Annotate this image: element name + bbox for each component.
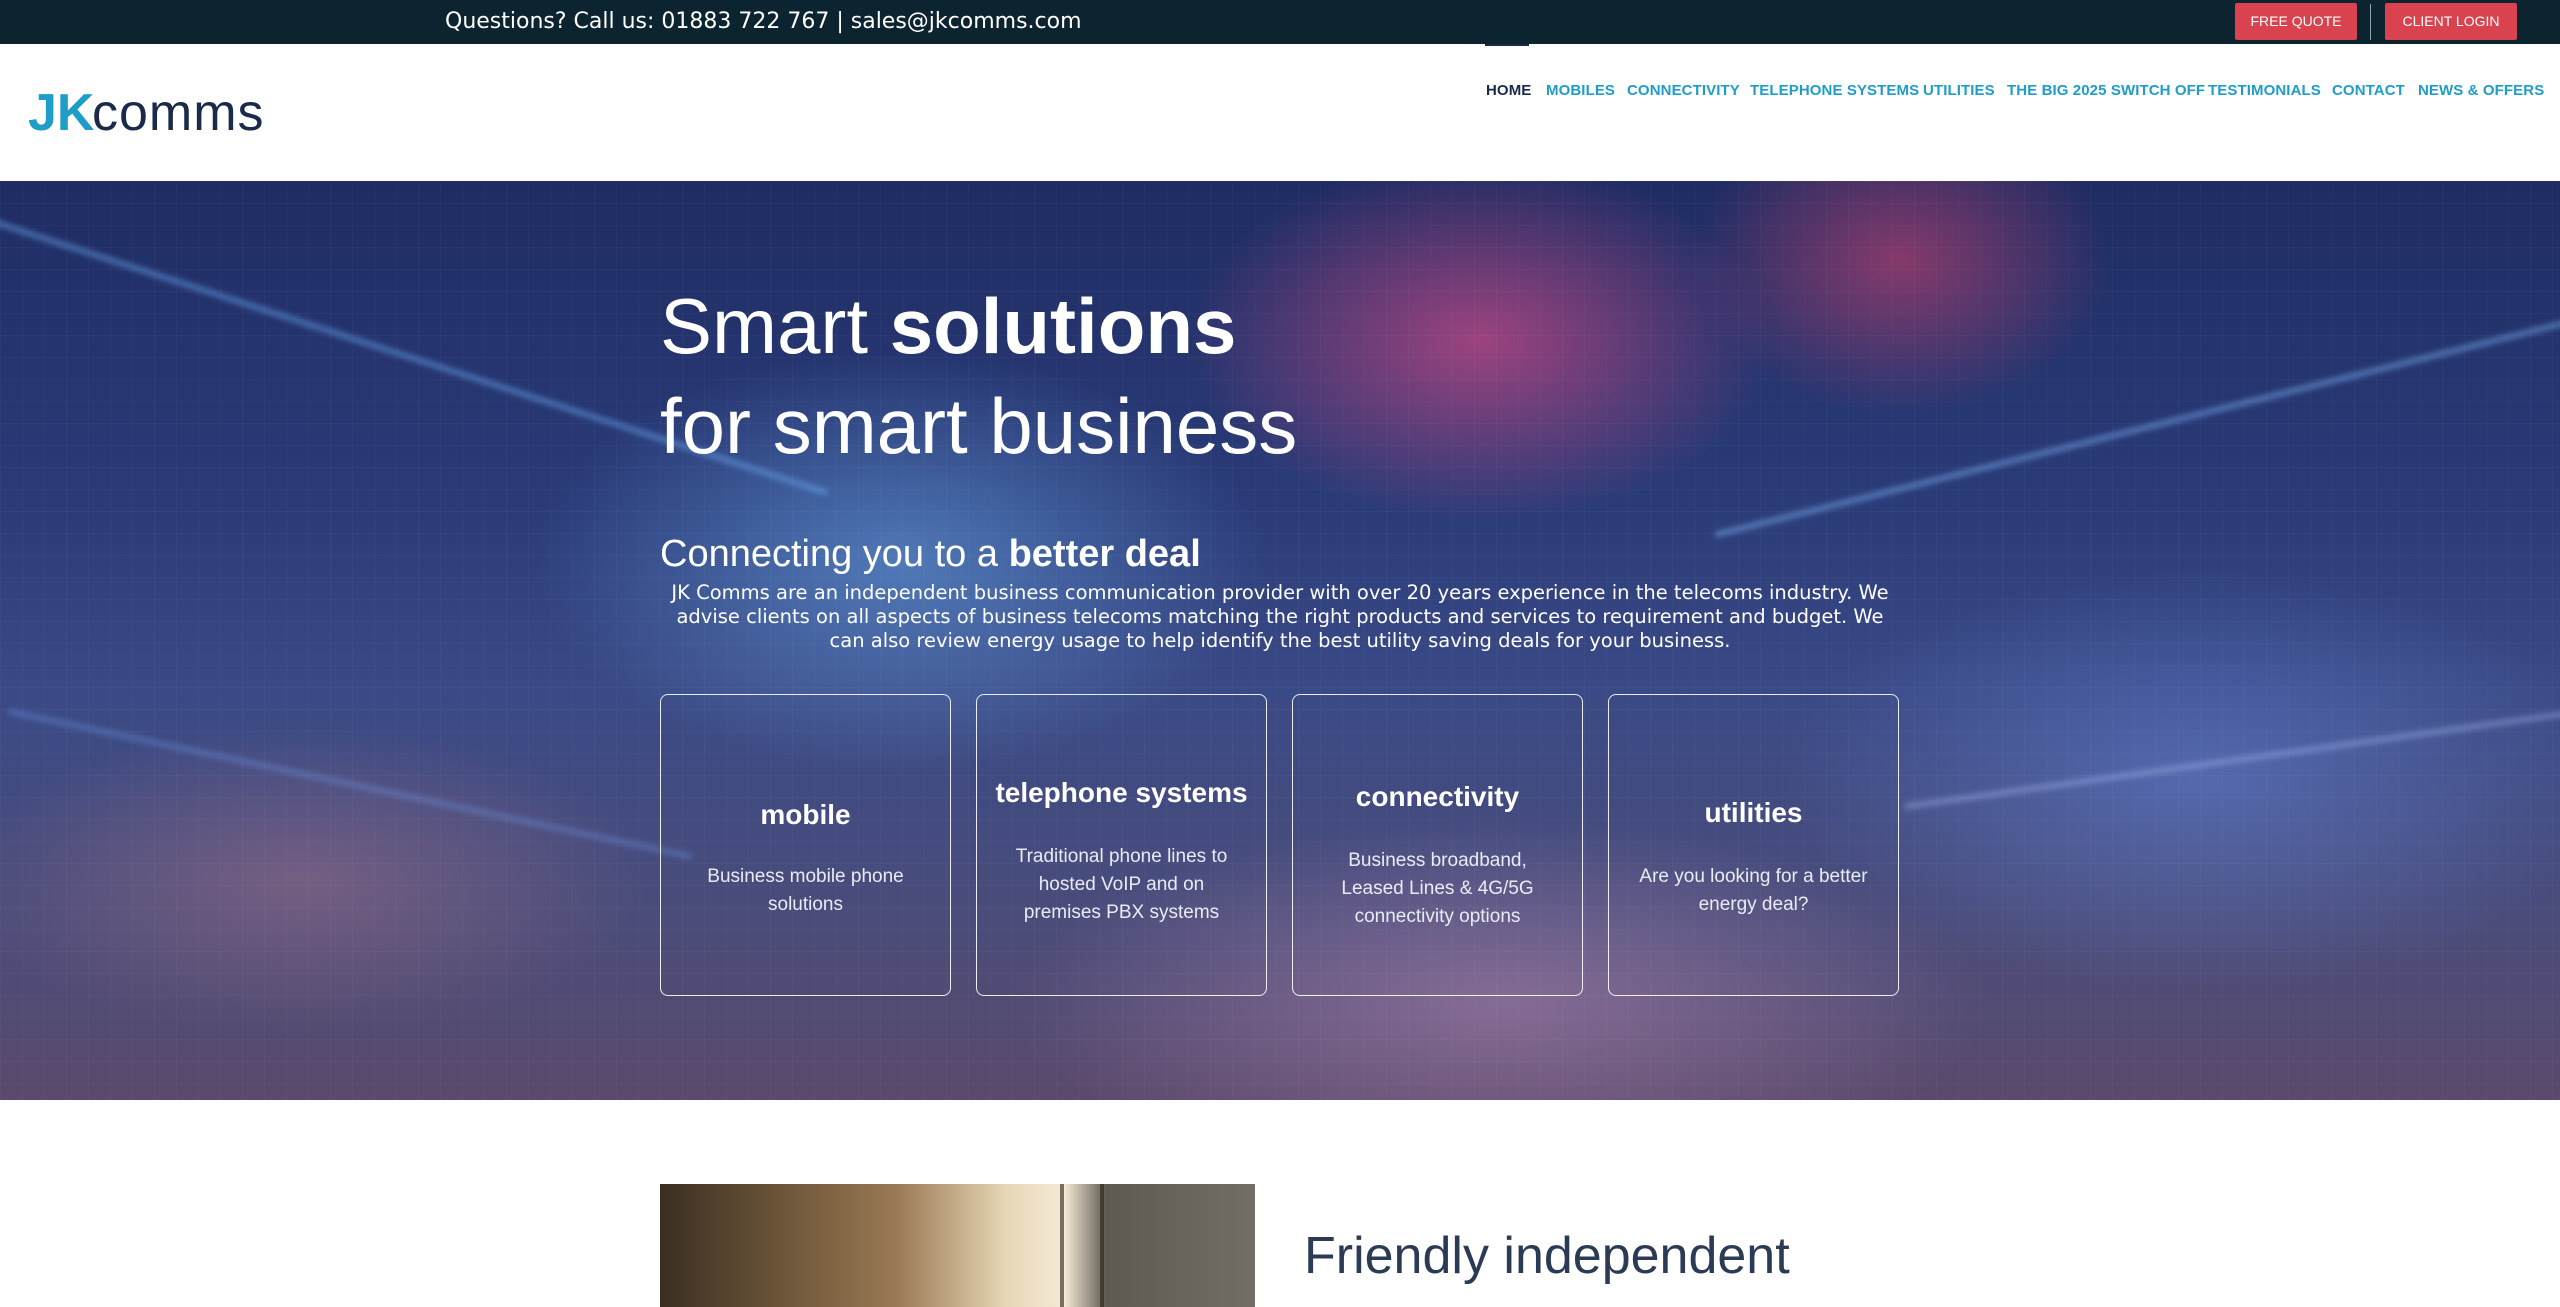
hero-subheading: Connecting you to a better deal: [660, 533, 1201, 576]
window-frame: [1100, 1184, 1104, 1307]
card-description: Business mobile phone solutions: [707, 866, 904, 915]
nav-testimonials[interactable]: TESTIMONIALS: [2208, 82, 2321, 99]
site-header: JK comms HOME MOBILES CONNECTIVITY TELEP…: [0, 44, 2560, 181]
nav-utilities[interactable]: UTILITIES: [1923, 82, 1995, 99]
hero-headline-line2: for smart business: [660, 382, 1298, 470]
card-title: mobile: [760, 799, 851, 830]
subheading-bold: better deal: [1008, 533, 1201, 575]
headline-bold: solutions: [889, 282, 1237, 370]
logo-jk-text: JK: [28, 86, 95, 136]
top-divider: [2370, 4, 2371, 40]
section-heading: Friendly independent: [1304, 1227, 1790, 1285]
subheading-light: Connecting you to a: [660, 533, 1009, 575]
service-card-telephone-systems[interactable]: telephone systems Traditional phone line…: [976, 694, 1267, 996]
free-quote-button[interactable]: FREE QUOTE: [2235, 3, 2357, 40]
service-card-connectivity[interactable]: connectivity Business broadband, Leased …: [1292, 694, 1583, 996]
headline-light: Smart: [660, 282, 890, 370]
nav-telephone-systems[interactable]: TELEPHONE SYSTEMS: [1750, 82, 1919, 99]
hero-intro-text: JK Comms are an independent business com…: [671, 581, 1889, 652]
about-section: Friendly independent: [0, 1100, 2560, 1307]
logo-comms-text: comms: [92, 86, 265, 136]
team-photo: [660, 1184, 1255, 1307]
card-description: Are you looking for a better energy deal…: [1639, 866, 1868, 915]
card-description: Traditional phone lines to hosted VoIP a…: [1015, 846, 1228, 923]
card-title: utilities: [1704, 797, 1803, 828]
hero-content: Smart solutions for smart business Conne…: [660, 181, 1900, 1100]
service-card-mobile[interactable]: mobile Business mobile phone solutions: [660, 694, 951, 996]
nav-news-offers[interactable]: NEWS & OFFERS: [2418, 82, 2544, 99]
card-title: connectivity: [1355, 781, 1520, 812]
window-frame: [1060, 1184, 1064, 1307]
jkcomms-logo[interactable]: JK comms: [28, 86, 294, 136]
nav-active-indicator: [1485, 44, 1529, 46]
top-contact-bar: Questions? Call us: 01883 722 767 | sale…: [0, 0, 2560, 44]
client-login-button[interactable]: CLIENT LOGIN: [2385, 3, 2517, 40]
nav-contact[interactable]: CONTACT: [2332, 82, 2405, 99]
service-card-utilities[interactable]: utilities Are you looking for a better e…: [1608, 694, 1899, 996]
contact-info: Questions? Call us: 01883 722 767 | sale…: [445, 9, 1082, 34]
nav-big-2025-switch-off[interactable]: THE BIG 2025 SWITCH OFF: [2007, 82, 2205, 99]
nav-home[interactable]: HOME: [1486, 82, 1531, 99]
hero-headline-line1: Smart solutions: [660, 281, 1236, 372]
card-title: telephone systems: [995, 777, 1248, 808]
hero-banner: Smart solutions for smart business Conne…: [0, 181, 2560, 1100]
card-description: Business broadband, Leased Lines & 4G/5G…: [1341, 850, 1534, 927]
nav-connectivity[interactable]: CONNECTIVITY: [1627, 82, 1740, 99]
nav-mobiles[interactable]: MOBILES: [1546, 82, 1615, 99]
